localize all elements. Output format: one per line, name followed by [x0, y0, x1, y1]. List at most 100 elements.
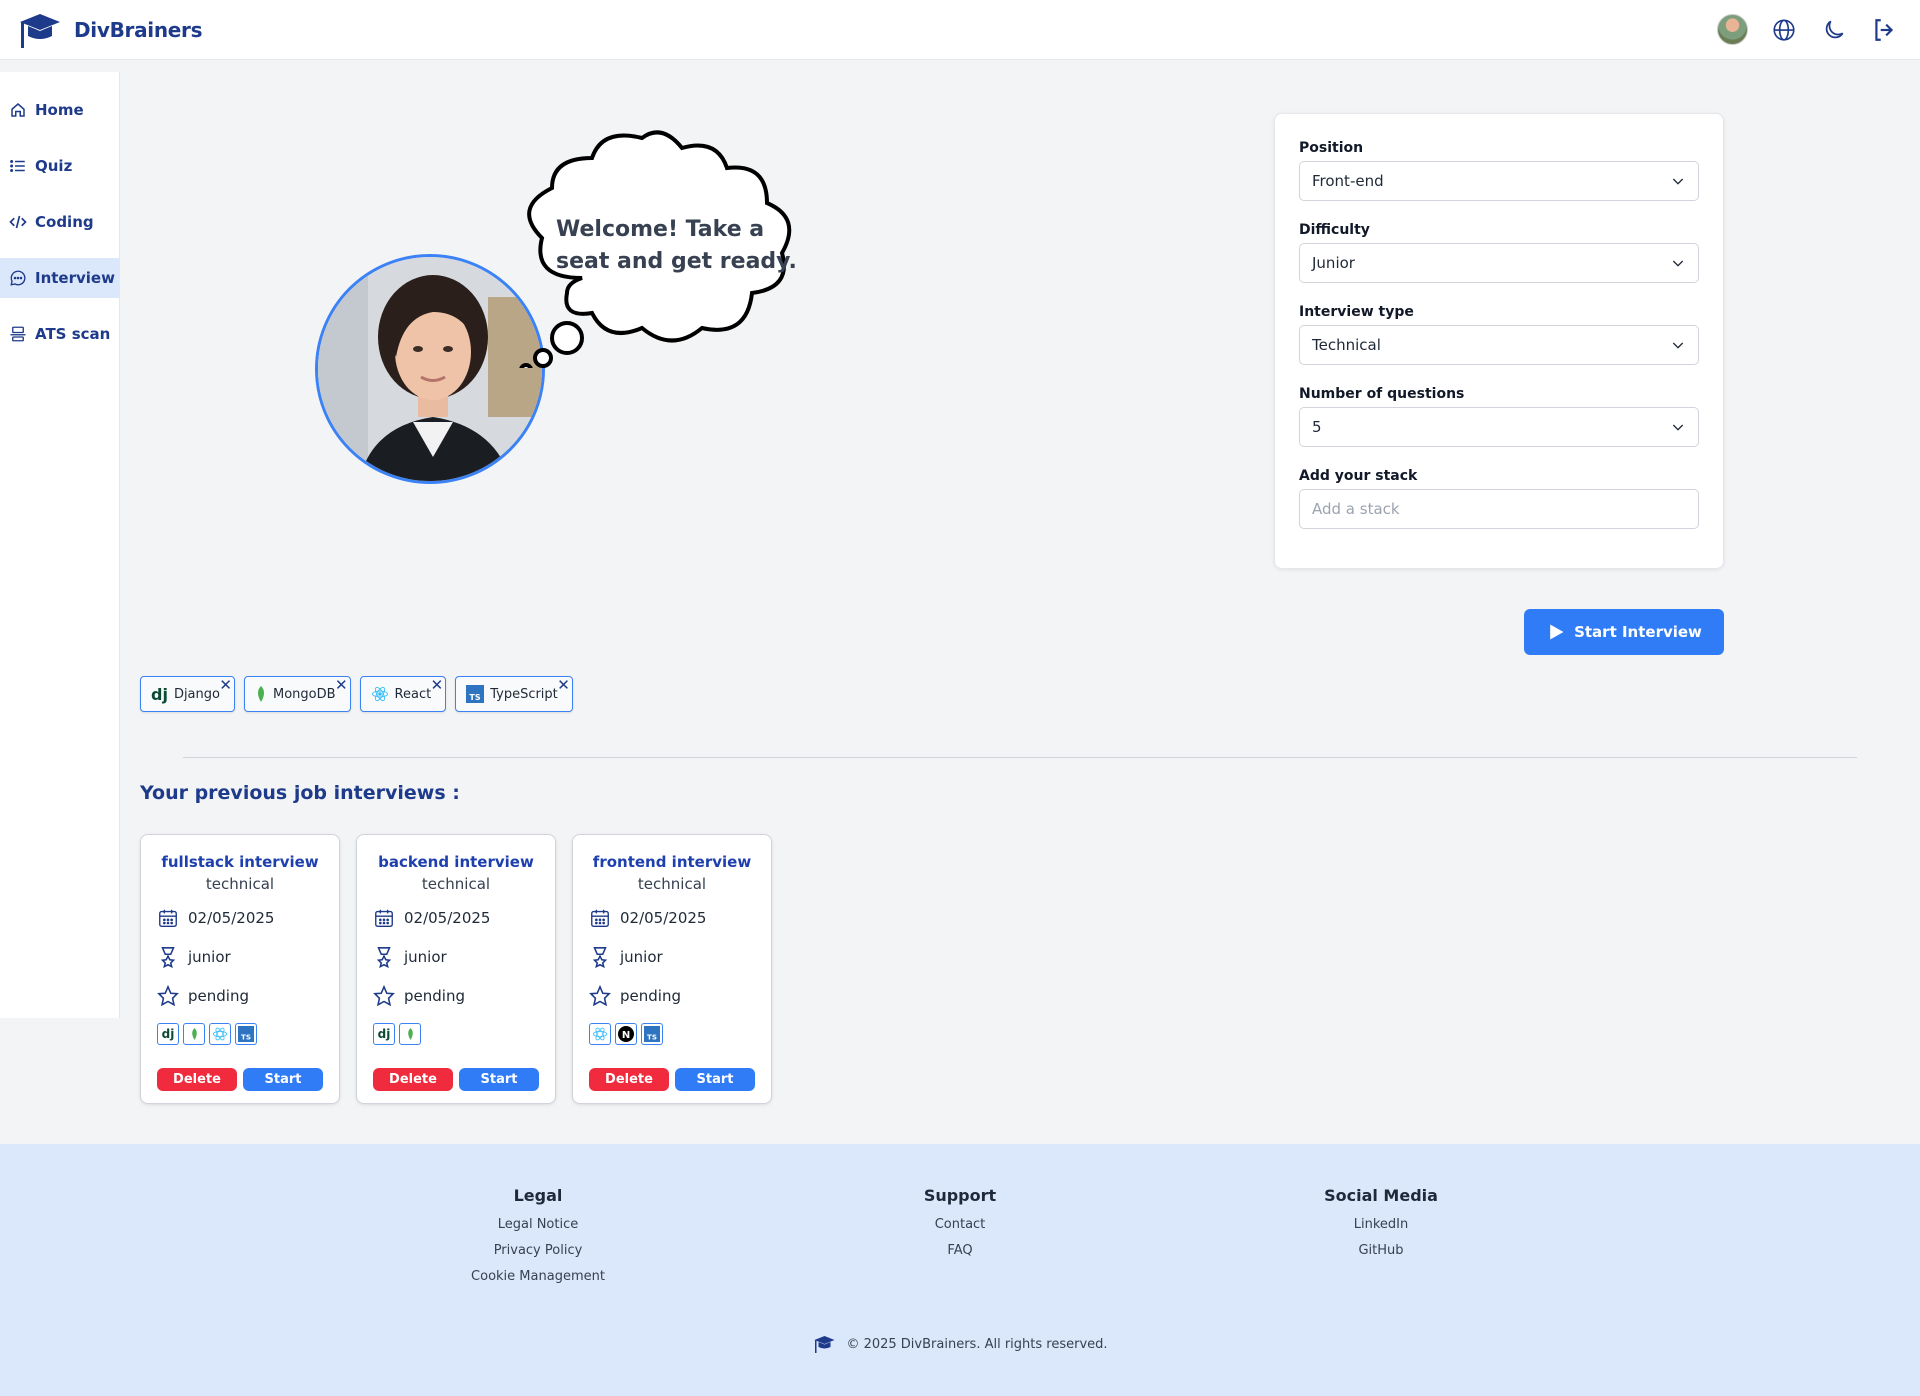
- chevron-down-icon: [1672, 178, 1684, 185]
- privacy-policy-link[interactable]: Privacy Policy: [388, 1243, 688, 1258]
- interview-type-label: Interview type: [1299, 304, 1414, 320]
- legal-notice-link[interactable]: Legal Notice: [388, 1217, 688, 1232]
- interview-setup-panel: Position Front-end Difficulty Junior Int…: [1274, 113, 1724, 569]
- sidebar-item-home[interactable]: Home: [0, 90, 119, 130]
- copyright: © 2025 DivBrainers. All rights reserved.: [0, 1334, 1920, 1354]
- sidebar-item-coding[interactable]: Coding: [0, 202, 119, 242]
- interview-card: fullstack interview technical 02/05/2025…: [140, 834, 340, 1104]
- moon-icon: [1825, 20, 1844, 38]
- star-icon: [373, 985, 395, 1007]
- contact-link[interactable]: Contact: [810, 1217, 1110, 1232]
- question-count-label: Number of questions: [1299, 386, 1465, 402]
- interview-card-date: 02/05/2025: [188, 909, 275, 927]
- chat-icon: [10, 270, 26, 286]
- sidebar-item-label: Quiz: [35, 157, 73, 175]
- position-select[interactable]: Front-end: [1299, 161, 1699, 201]
- nextjs-icon: N: [615, 1023, 637, 1045]
- page-footer: Legal Legal Notice Privacy Policy Cookie…: [0, 1144, 1920, 1396]
- start-interview-button[interactable]: Start Interview: [1524, 609, 1724, 655]
- interview-card: frontend interview technical 02/05/2025 …: [572, 834, 772, 1104]
- svg-text:TS: TS: [241, 1032, 251, 1041]
- star-icon: [589, 985, 611, 1007]
- user-avatar[interactable]: [1717, 14, 1748, 45]
- footer-social: Social Media LinkedIn GitHub: [1231, 1186, 1531, 1269]
- react-icon: [371, 685, 389, 703]
- interview-card-title: fullstack interview: [161, 853, 319, 871]
- start-interview-label: Start Interview: [1574, 623, 1702, 641]
- question-count-select[interactable]: 5: [1299, 407, 1699, 447]
- interview-card-type: technical: [637, 875, 707, 893]
- interview-card-level: junior: [188, 948, 231, 966]
- welcome-speech: Welcome! Take a seat and get ready.: [556, 217, 797, 274]
- delete-button[interactable]: Delete: [157, 1068, 237, 1091]
- stack-tag-react: React ✕: [359, 676, 447, 712]
- faq-link[interactable]: FAQ: [810, 1243, 1110, 1258]
- start-button[interactable]: Start: [459, 1068, 539, 1091]
- typescript-icon: TS: [235, 1023, 257, 1045]
- interview-card-title: backend interview: [378, 853, 534, 871]
- remove-tag-icon[interactable]: ✕: [431, 676, 444, 694]
- brand-logo[interactable]: DivBrainers: [16, 10, 203, 50]
- remove-tag-icon[interactable]: ✕: [335, 676, 348, 694]
- position-label: Position: [1299, 140, 1364, 156]
- sidebar-item-label: Interview: [35, 269, 115, 287]
- stack-tag-django: dj Django ✕: [140, 676, 235, 712]
- sidebar-item-interview[interactable]: Interview: [0, 258, 119, 298]
- footer-support: Support Contact FAQ: [810, 1186, 1110, 1269]
- start-button[interactable]: Start: [243, 1068, 323, 1091]
- theme-toggle[interactable]: [1820, 16, 1848, 44]
- globe-icon: [1773, 18, 1795, 41]
- difficulty-value: Junior: [1312, 254, 1355, 272]
- difficulty-select[interactable]: Junior: [1299, 243, 1699, 283]
- interview-type-value: Technical: [1312, 336, 1381, 354]
- list-icon: [10, 160, 25, 172]
- mongodb-icon: [183, 1023, 205, 1045]
- stack-tags: dj Django ✕ MongoDB ✕ React ✕ TS TypeScr…: [140, 676, 573, 712]
- position-value: Front-end: [1312, 172, 1384, 190]
- django-icon: dj: [151, 684, 168, 704]
- cookie-management-link[interactable]: Cookie Management: [388, 1269, 688, 1284]
- sidebar-item-quiz[interactable]: Quiz: [0, 146, 119, 186]
- brand-name: DivBrainers: [74, 17, 203, 42]
- stack-tag-label: Django: [173, 686, 220, 702]
- remove-tag-icon[interactable]: ✕: [557, 676, 570, 694]
- interview-card-status: pending: [188, 987, 249, 1005]
- interview-card-status: pending: [404, 987, 465, 1005]
- stack-label: Add your stack: [1299, 468, 1418, 484]
- graduation-cap-icon: [814, 1336, 835, 1353]
- typescript-icon: TS: [641, 1023, 663, 1045]
- github-link[interactable]: GitHub: [1231, 1243, 1531, 1258]
- mongodb-icon: [399, 1023, 421, 1045]
- logout-button[interactable]: [1870, 16, 1898, 44]
- medal-icon: [376, 947, 392, 968]
- react-icon: [589, 1023, 611, 1045]
- interview-card-date: 02/05/2025: [620, 909, 707, 927]
- linkedin-link[interactable]: LinkedIn: [1231, 1217, 1531, 1232]
- stack-input[interactable]: [1299, 489, 1699, 529]
- stack-tag-typescript: TS TypeScript ✕: [455, 676, 573, 712]
- language-button[interactable]: [1770, 16, 1798, 44]
- previous-interviews-title: Your previous job interviews :: [140, 782, 460, 804]
- sidebar: Home Quiz Coding Interview ATS scan: [0, 72, 120, 1018]
- mongodb-icon: [255, 686, 267, 702]
- calendar-icon: [159, 909, 177, 927]
- start-button[interactable]: Start: [675, 1068, 755, 1091]
- svg-text:TS: TS: [470, 693, 481, 702]
- chevron-down-icon: [1672, 342, 1684, 349]
- interview-card-title: frontend interview: [592, 853, 752, 871]
- delete-button[interactable]: Delete: [589, 1068, 669, 1091]
- interview-card-date: 02/05/2025: [404, 909, 491, 927]
- remove-tag-icon[interactable]: ✕: [219, 676, 232, 694]
- footer-heading: Support: [923, 1186, 997, 1205]
- sidebar-item-label: ATS scan: [35, 325, 111, 343]
- interview-card-type: technical: [205, 875, 275, 893]
- delete-button[interactable]: Delete: [373, 1068, 453, 1091]
- stack-tag-label: React: [394, 686, 432, 702]
- copyright-text: © 2025 DivBrainers. All rights reserved.: [846, 1336, 1108, 1352]
- sidebar-item-ats-scan[interactable]: ATS scan: [0, 314, 119, 354]
- sidebar-item-label: Coding: [35, 213, 94, 231]
- interviewer-avatar: [315, 254, 545, 484]
- svg-text:N: N: [622, 1030, 630, 1041]
- top-header: DivBrainers: [0, 0, 1920, 60]
- interview-type-select[interactable]: Technical: [1299, 325, 1699, 365]
